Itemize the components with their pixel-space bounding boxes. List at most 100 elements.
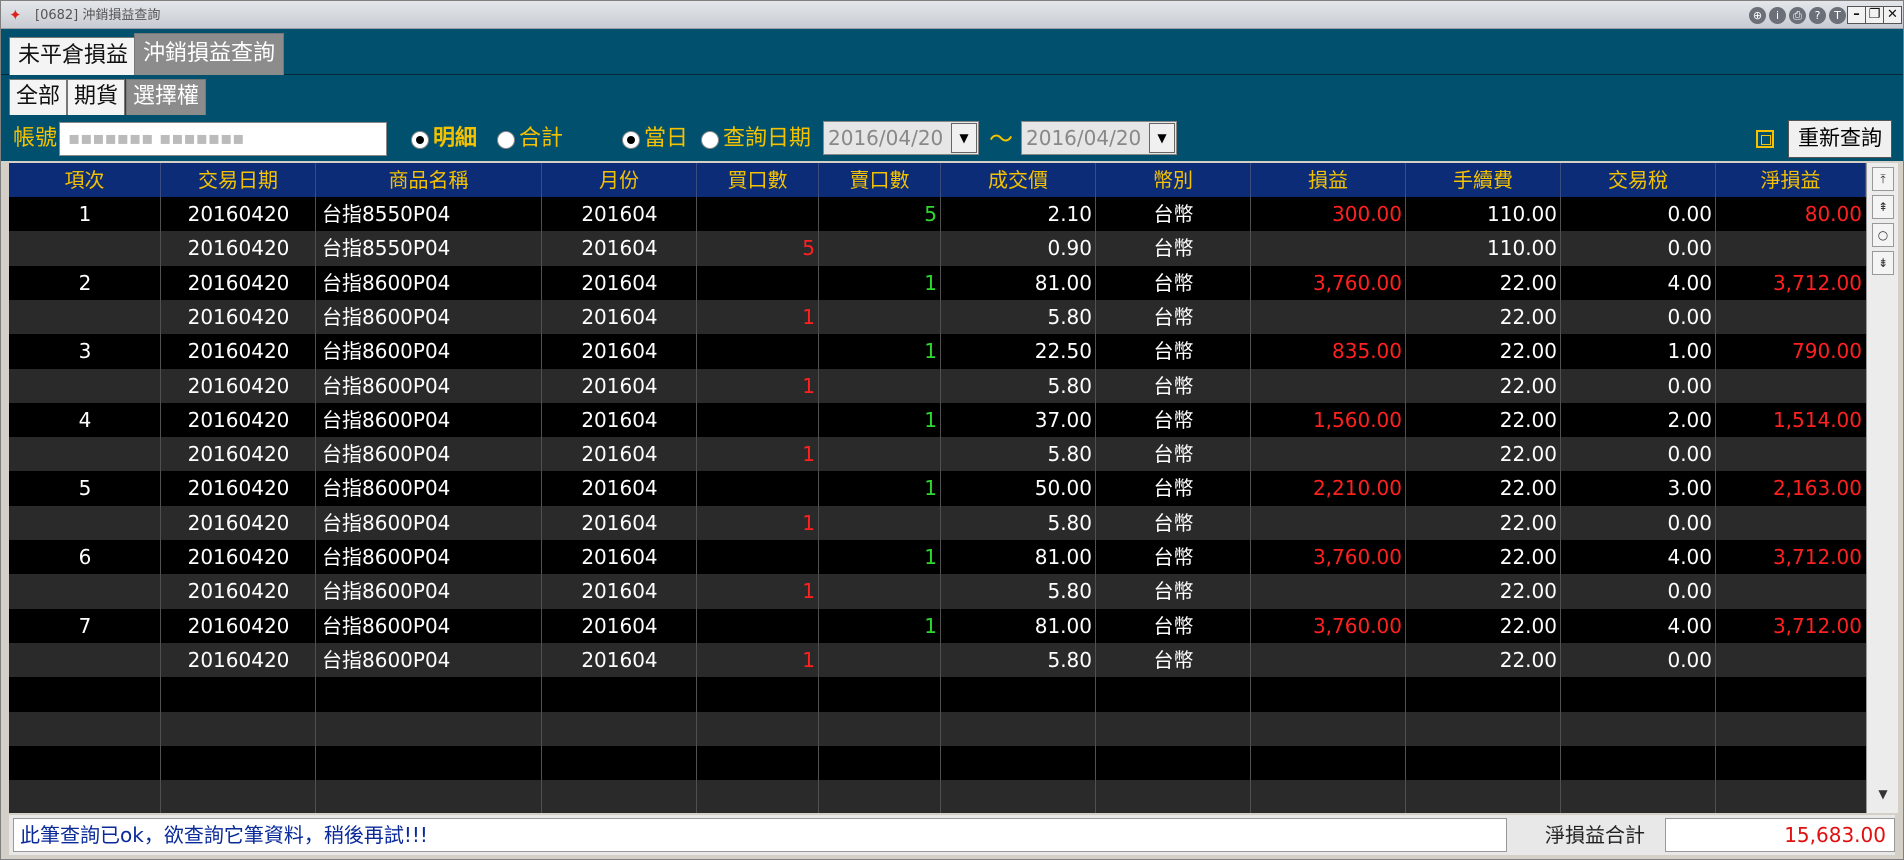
table-cell: 台幣	[1153, 476, 1194, 501]
table-cell: 50.00	[1034, 476, 1092, 501]
table-row[interactable]: 6 20160420 台指8600P04 201604 1 81.00 台幣 3,760.00…	[9, 540, 1866, 575]
table-cell: 1	[924, 407, 937, 432]
table-row[interactable]: 20160420 台指8600P04 201604 1 5.80 台幣 22.00 0.00	[9, 437, 1866, 472]
radio-detail[interactable]	[411, 131, 429, 149]
table-header: 項次 交易日期 商品名稱 月份 買口數 賣口數 成交價 幣別 損益 手續費 交易稅 淨損益	[9, 163, 1866, 197]
column-divider	[1715, 197, 1716, 813]
table-row[interactable]: 20160420 台指8600P04 201604 1 5.80 台幣 22.00 0.00	[9, 574, 1866, 609]
header-fee[interactable]: 手續費	[1406, 163, 1561, 197]
table-cell	[1251, 506, 1406, 540]
header-trade-date[interactable]: 交易日期	[161, 163, 316, 197]
restore-icon[interactable]: ❐	[1865, 6, 1884, 24]
table-row[interactable]: 20160420 台指8600P04 201604 1 5.80 台幣 22.00 0.00	[9, 505, 1866, 540]
header-price[interactable]: 成交價	[941, 163, 1096, 197]
table-cell: 台指8600P04	[322, 510, 451, 535]
table-row[interactable]: 20160420 台指8550P04 201604 5 0.90 台幣 110.00 0.00	[9, 231, 1866, 266]
table-cell	[9, 437, 161, 471]
grid-settings-icon[interactable]	[1756, 130, 1774, 148]
table-cell: 20160420	[187, 236, 290, 261]
radio-query-date-label[interactable]: 查詢日期	[723, 117, 811, 161]
table-cell: 20160420	[187, 270, 290, 295]
table-row[interactable]: 20160420 台指8600P04 201604 1 5.80 台幣 22.00 0.00	[9, 299, 1866, 335]
tab-options[interactable]: 選擇權	[126, 79, 207, 115]
table-cell: 81.00	[1034, 545, 1092, 569]
radio-total-label[interactable]: 合計	[519, 117, 563, 161]
header-buy-qty[interactable]: 買口數	[697, 163, 819, 197]
table-row[interactable]: 1 20160420 台指8550P04 201604 5 2.10 台幣 300.00 110…	[9, 197, 1866, 232]
header-net-pnl[interactable]: 淨損益	[1716, 163, 1866, 197]
radio-today[interactable]	[622, 131, 640, 149]
vertical-scrollbar[interactable]: ⤒ ⇞ ○ ⇟ ▼	[1866, 163, 1898, 813]
scroll-top-icon[interactable]: ⤒	[1872, 167, 1894, 191]
table-row[interactable]	[9, 677, 1866, 712]
table-cell: 2	[78, 270, 92, 295]
link-icon[interactable]: ⊕	[1749, 7, 1766, 24]
table-cell: 台指8600P04	[322, 476, 451, 501]
header-tax[interactable]: 交易稅	[1561, 163, 1716, 197]
table-cell: 5.80	[1047, 304, 1092, 329]
table-cell: 201604	[581, 304, 658, 329]
table-cell: 5	[802, 236, 815, 261]
chevron-down-icon[interactable]: ▼	[1149, 123, 1175, 153]
table-cell	[697, 609, 819, 643]
help-icon[interactable]: ?	[1809, 7, 1826, 24]
table-cell: 4.00	[1667, 545, 1712, 569]
close-icon[interactable]: ✕	[1883, 6, 1902, 24]
requery-button[interactable]: 重新查詢	[1788, 120, 1892, 158]
table-cell: 110.00	[1487, 202, 1557, 226]
table-cell: 201604	[581, 442, 658, 467]
radio-query-date[interactable]	[701, 131, 719, 149]
topmost-icon[interactable]: T	[1829, 7, 1846, 24]
header-product[interactable]: 商品名稱	[316, 163, 542, 197]
table-cell	[819, 437, 941, 471]
tab-futures[interactable]: 期貨	[67, 79, 126, 115]
table-cell: 20160420	[187, 510, 290, 535]
table-row[interactable]: 3 20160420 台指8600P04 201604 1 22.50 台幣 835.00 22…	[9, 334, 1866, 369]
scroll-up-icon[interactable]: ⇞	[1872, 195, 1894, 219]
table-row[interactable]: 5 20160420 台指8600P04 201604 1 50.00 台幣 2,210.00…	[9, 471, 1866, 506]
header-sell-qty[interactable]: 賣口數	[819, 163, 941, 197]
table-cell: 5.80	[1047, 373, 1092, 398]
table-cell: 1	[78, 202, 92, 226]
table-cell: 20160420	[187, 442, 290, 467]
table-row[interactable]: 4 20160420 台指8600P04 201604 1 37.00 台幣 1,560.00…	[9, 402, 1866, 438]
print-icon[interactable]: ⎙	[1789, 7, 1806, 24]
tab-all[interactable]: 全部	[9, 79, 68, 115]
tab-open-position-pnl[interactable]: 未平倉損益	[9, 37, 138, 75]
title-bar: ✦ [0682] 沖銷損益查詢 ⊕ i ⎙ ? T – ❐ ✕	[1, 1, 1903, 29]
table-cell: 1	[924, 270, 937, 295]
table-row[interactable]: 20160420 台指8600P04 201604 1 5.80 台幣 22.00 0.00	[9, 642, 1866, 678]
table-cell: 2.00	[1667, 407, 1712, 432]
table-row[interactable]: 2 20160420 台指8600P04 201604 1 81.00 台幣 3,760.00…	[9, 265, 1866, 300]
tab-closed-pnl-query[interactable]: 沖銷損益查詢	[134, 33, 285, 75]
scroll-down-icon[interactable]: ⇟	[1872, 251, 1894, 275]
minimize-icon[interactable]: –	[1847, 6, 1866, 24]
header-month[interactable]: 月份	[542, 163, 697, 197]
date-to-picker[interactable]: 2016/04/20 ▼	[1021, 121, 1177, 155]
chevron-down-icon[interactable]: ▼	[951, 123, 977, 153]
radio-detail-label[interactable]: 明細	[433, 117, 477, 161]
radio-today-label[interactable]: 當日	[644, 117, 688, 161]
table-cell: 台指8600P04	[322, 545, 451, 569]
header-currency[interactable]: 幣別	[1096, 163, 1251, 197]
table-row[interactable]	[9, 780, 1866, 813]
table-cell: 1	[802, 373, 815, 398]
account-input[interactable]: ▪▪▪▪▪▪▪ ▪▪▪▪▪▪▪	[59, 122, 387, 156]
table-cell: 201604	[581, 613, 658, 638]
date-from-picker[interactable]: 2016/04/20 ▼	[823, 121, 979, 155]
table-cell: 5.80	[1047, 579, 1092, 604]
scroll-center-icon[interactable]: ○	[1872, 223, 1894, 247]
chevron-down-icon[interactable]: ▼	[1872, 783, 1894, 807]
header-pnl[interactable]: 損益	[1251, 163, 1406, 197]
table-cell: 1,560.00	[1312, 407, 1402, 432]
info-icon[interactable]: i	[1769, 7, 1786, 24]
table-cell: 3,760.00	[1312, 270, 1402, 295]
table-row[interactable]: 20160420 台指8600P04 201604 1 5.80 台幣 22.00 0.00	[9, 368, 1866, 403]
table-row[interactable]: 7 20160420 台指8600P04 201604 1 81.00 台幣 3,760.00…	[9, 608, 1866, 643]
radio-total[interactable]	[497, 131, 515, 149]
table-row[interactable]	[9, 745, 1866, 781]
table-row[interactable]	[9, 711, 1866, 746]
table-cell: 1	[924, 613, 937, 638]
table-cell: 3,760.00	[1312, 545, 1402, 569]
header-item[interactable]: 項次	[9, 163, 161, 197]
